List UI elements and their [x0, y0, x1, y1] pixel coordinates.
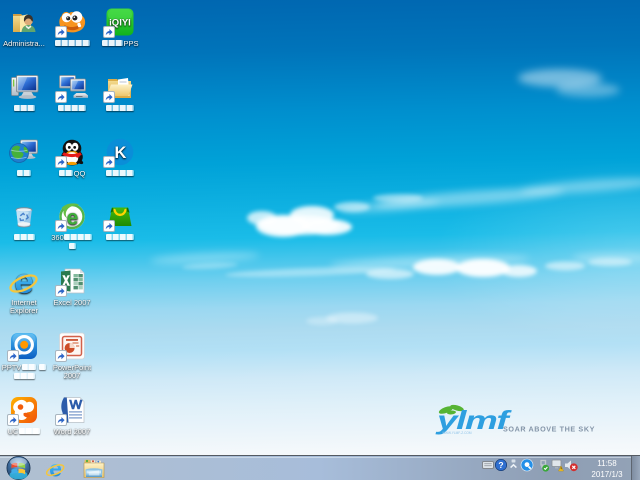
svg-text:?: ? — [498, 460, 503, 470]
svg-text:SOAR ABOVE THE SKY: SOAR ABOVE THE SKY — [503, 425, 595, 434]
svg-text:K: K — [115, 144, 127, 162]
svg-text:e: e — [67, 207, 79, 230]
svg-text:WWW.YLMF-Z.COM: WWW.YLMF-Z.COM — [442, 431, 472, 435]
